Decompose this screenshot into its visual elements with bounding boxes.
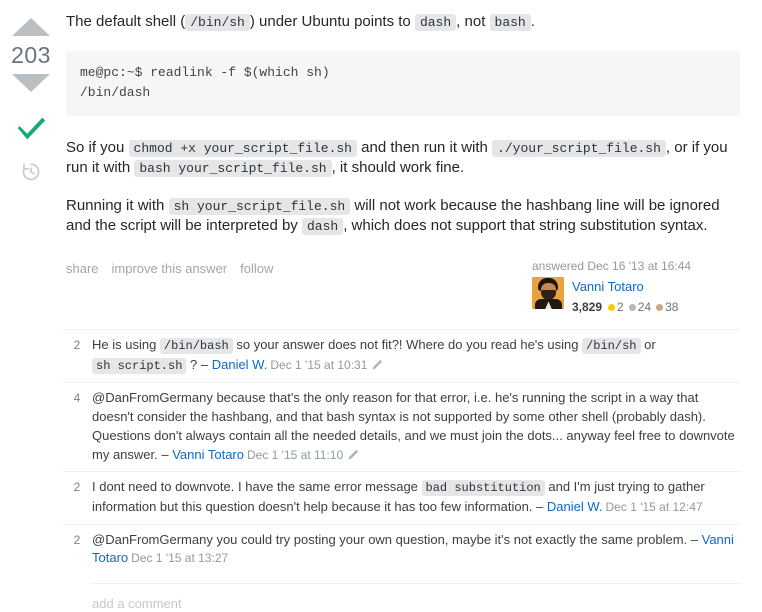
comment-row: 2 He is using /bin/bash so your answer do… [62, 329, 740, 382]
comment-body: He is using /bin/bash so your answer doe… [92, 336, 740, 375]
text-fragment: and then run it with [356, 138, 493, 156]
gold-badge[interactable]: 2 [608, 300, 624, 315]
bronze-badge-dot-icon [656, 304, 664, 312]
inline-code: /bin/sh [582, 338, 641, 355]
text-fragment: So if you [66, 138, 129, 156]
gold-badge-count: 2 [617, 300, 624, 315]
accepted-answer-checkmark-icon [17, 117, 46, 140]
text-fragment: . [530, 13, 535, 30]
vote-cell: 203 [0, 0, 62, 321]
comment-date: Dec 1 '15 at 12:47 [605, 499, 703, 514]
improve-answer-link[interactable]: improve this answer [112, 261, 228, 276]
text-fragment: Running it with [66, 197, 169, 215]
inline-code: chmod +x your_script_file.sh [128, 139, 357, 157]
add-comment-section: add a comment [62, 583, 740, 612]
edit-pencil-icon[interactable] [347, 449, 359, 461]
add-comment-row: add a comment [92, 583, 740, 612]
silver-badge-dot-icon [628, 304, 636, 312]
code-block-content: me@pc:~$ readlink -f $(which sh) /bin/da… [80, 64, 330, 100]
user-row: Vanni Totaro 3,829 2 24 38 [532, 277, 740, 315]
follow-link[interactable]: follow [240, 261, 273, 276]
text-fragment: ? – [186, 356, 212, 372]
post-footer: share improve this answer follow answere… [66, 259, 740, 321]
text-fragment: @DanFromGermany you could try posting yo… [92, 531, 702, 547]
inline-code: sh script.sh [92, 357, 187, 374]
inline-code: dash [301, 217, 344, 235]
user-name-link[interactable]: Vanni Totaro [572, 279, 644, 294]
user-details: Vanni Totaro 3,829 2 24 38 [572, 277, 680, 315]
vote-score: 203 [11, 42, 51, 68]
comment-user-link[interactable]: Daniel W. [547, 499, 603, 514]
inline-code: bash [489, 14, 531, 31]
comment-row: 2 @DanFromGermany you could try posting y… [62, 523, 740, 576]
comment-score: 2 [73, 338, 81, 353]
bronze-badge-count: 38 [665, 300, 679, 315]
text-fragment: ) under Ubuntu points to [249, 13, 415, 30]
comments-list: 2 He is using /bin/bash so your answer do… [62, 329, 740, 575]
downvote-arrow-icon[interactable] [12, 74, 50, 92]
comment-body: I dont need to downvote. I have the same… [92, 478, 740, 516]
comment-user-link[interactable]: Vanni Totaro [172, 447, 244, 462]
comment-score: 4 [73, 391, 81, 406]
avatar[interactable] [532, 277, 564, 310]
user-card: answered Dec 16 '13 at 16:44 Vanni Totar… [532, 259, 740, 315]
gold-badge-dot-icon [608, 304, 616, 312]
paragraph-hashbang: Running it with sh your_script_file.sh w… [66, 196, 740, 235]
comment-date: Dec 1 '15 at 10:31 [270, 357, 368, 372]
text-fragment: He is using [92, 337, 160, 353]
add-comment-link[interactable]: add a comment [92, 596, 182, 611]
comment-score: 2 [73, 532, 81, 547]
code-block-readlink: me@pc:~$ readlink -f $(which sh) /bin/da… [66, 50, 740, 116]
bronze-badge[interactable]: 38 [656, 300, 678, 315]
edit-pencil-icon[interactable] [371, 359, 383, 371]
user-reputation-row: 3,829 2 24 38 [572, 300, 680, 315]
text-fragment: so your answer does not fit?! Where do y… [232, 337, 583, 353]
inline-code: sh your_script_file.sh [168, 198, 351, 216]
paragraph-default-shell: The default shell (/bin/sh) under Ubuntu… [66, 12, 740, 32]
text-fragment: , not [456, 13, 490, 30]
silver-badge-count: 24 [637, 300, 652, 315]
post-body: The default shell (/bin/sh) under Ubuntu… [62, 0, 762, 321]
comment-date: Dec 1 '15 at 11:10 [247, 447, 344, 462]
text-fragment: The default shell ( [66, 13, 186, 30]
comment-date: Dec 1 '15 at 13:27 [131, 551, 229, 566]
comment-body: @DanFromGermany because that's the only … [92, 389, 740, 464]
inline-code: bad substitution [421, 480, 545, 497]
share-link[interactable]: share [66, 261, 99, 276]
reputation-score: 3,829 [572, 300, 603, 315]
paragraph-chmod-run: So if you chmod +x your_script_file.sh a… [66, 138, 740, 177]
text-fragment: or [640, 337, 656, 353]
answer-post: 203 The default shell (/bin/sh) under Ub… [0, 0, 762, 321]
upvote-arrow-icon[interactable] [12, 18, 50, 36]
inline-code: /bin/sh [185, 14, 250, 31]
text-fragment: , which does not support that string sub… [343, 216, 708, 234]
comment-score: 2 [73, 480, 81, 495]
inline-code: bash your_script_file.sh [134, 159, 332, 177]
inline-code: /bin/bash [159, 338, 233, 355]
comment-row: 2 I dont need to downvote. I have the sam… [62, 471, 740, 523]
silver-badge[interactable]: 24 [628, 300, 652, 315]
text-fragment: I dont need to downvote. I have the same… [92, 479, 422, 495]
comment-user-link[interactable]: Daniel W. [212, 357, 268, 372]
inline-code: dash [414, 14, 457, 31]
comment-body: @DanFromGermany you could try posting yo… [92, 531, 740, 569]
answered-timestamp: answered Dec 16 '13 at 16:44 [532, 259, 692, 274]
post-menu: share improve this answer follow [66, 259, 273, 276]
comment-row: 4 @DanFromGermany because that's the only… [62, 382, 740, 471]
post-history-clock-icon[interactable] [19, 160, 43, 184]
inline-code: ./your_script_file.sh [492, 139, 666, 157]
text-fragment: , it should work fine. [331, 158, 465, 176]
